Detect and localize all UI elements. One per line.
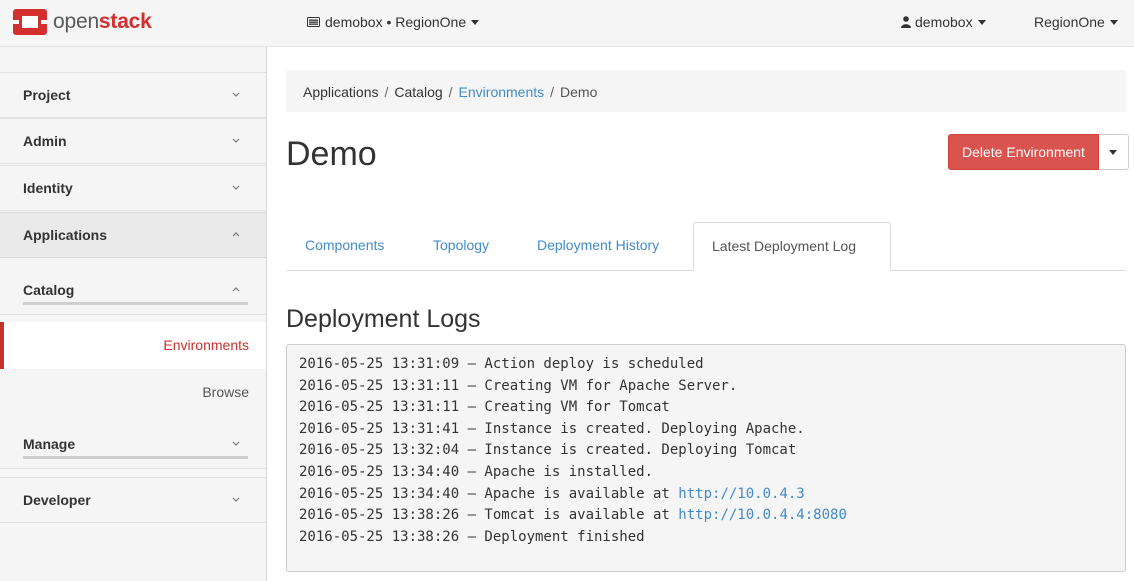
sidebar-section-label: Applications	[23, 227, 108, 243]
caret-down-icon	[471, 19, 480, 25]
log-line: 2016-05-25 13:38:26 — Deployment finishe…	[299, 528, 645, 545]
breadcrumb-separator: /	[448, 84, 453, 100]
log-line: 2016-05-25 13:34:40 — Apache is availabl…	[299, 485, 805, 502]
tab-topology[interactable]: Topology	[416, 222, 514, 270]
caret-down-icon	[977, 19, 986, 25]
caret-down-icon	[1109, 149, 1118, 155]
deployment-logs-heading: Deployment Logs	[286, 305, 481, 333]
sidebar-group-catalog[interactable]: Catalog	[0, 268, 266, 315]
openstack-logo-icon	[13, 9, 47, 35]
breadcrumb-separator: /	[384, 84, 389, 100]
sidebar-item-label: Browse	[202, 384, 249, 400]
sidebar-section-label: Developer	[23, 492, 91, 508]
chevron-down-icon	[232, 185, 240, 190]
log-line: 2016-05-25 13:38:26 — Tomcat is availabl…	[299, 507, 847, 524]
environment-tabs: Components Topology Deployment History L…	[286, 222, 1126, 271]
page-title: Demo	[286, 135, 377, 173]
tab-label: Topology	[433, 237, 490, 253]
sidebar-item-environments[interactable]: Environments	[0, 322, 266, 369]
sidebar-section-project[interactable]: Project	[0, 72, 266, 118]
delete-environment-button[interactable]: Delete Environment	[948, 134, 1099, 170]
sidebar-group-label: Catalog	[23, 282, 75, 298]
environment-actions: Delete Environment	[948, 134, 1129, 170]
user-menu-label: demobox	[915, 14, 973, 30]
sidebar-section-label: Identity	[23, 180, 73, 196]
sidebar-section-developer[interactable]: Developer	[0, 477, 266, 523]
sidebar: Project Admin Identity Applications Cata…	[0, 47, 267, 581]
tab-latest-deployment-log[interactable]: Latest Deployment Log	[693, 222, 891, 271]
breadcrumb-environments-link[interactable]: Environments	[459, 84, 545, 100]
sidebar-item-label: Environments	[163, 337, 249, 353]
tab-label: Components	[305, 237, 385, 253]
chevron-down-icon	[232, 92, 240, 97]
breadcrumb-separator: /	[550, 84, 555, 100]
region-menu-label: RegionOne	[1034, 14, 1105, 30]
tab-label: Deployment History	[537, 237, 660, 253]
sidebar-section-applications[interactable]: Applications	[0, 212, 266, 258]
sidebar-group-divider	[23, 302, 248, 305]
tab-deployment-history[interactable]: Deployment History	[520, 222, 690, 270]
project-selector-label: demobox • RegionOne	[325, 14, 467, 30]
sidebar-group-manage[interactable]: Manage	[0, 422, 266, 469]
log-line: 2016-05-25 13:31:09 — Action deploy is s…	[299, 356, 704, 372]
tab-label: Latest Deployment Log	[712, 238, 856, 254]
user-menu[interactable]: demobox	[901, 14, 986, 30]
breadcrumb: Applications / Catalog / Environments / …	[286, 70, 1126, 112]
openstack-logo[interactable]: openstack	[13, 8, 152, 36]
tab-components[interactable]: Components	[286, 222, 411, 270]
sidebar-section-label: Project	[23, 87, 71, 103]
sidebar-section-identity[interactable]: Identity	[0, 165, 266, 211]
tomcat-url-link[interactable]: http://10.0.4.4:8080	[678, 507, 847, 523]
chevron-up-icon	[232, 287, 240, 292]
breadcrumb-applications[interactable]: Applications	[303, 84, 379, 100]
sidebar-item-browse[interactable]: Browse	[0, 369, 266, 416]
breadcrumb-catalog[interactable]: Catalog	[394, 84, 442, 100]
caret-down-icon	[1109, 19, 1118, 25]
log-line: 2016-05-25 13:31:11 — Creating VM for Ap…	[299, 377, 738, 394]
sidebar-section-label: Admin	[23, 133, 67, 149]
log-line: 2016-05-25 13:34:40 — Apache is installe…	[299, 463, 654, 480]
actions-dropdown-toggle[interactable]	[1098, 134, 1129, 170]
deployment-log-output: 2016-05-25 13:31:09 — Action deploy is s…	[286, 344, 1126, 572]
region-menu[interactable]: RegionOne	[1034, 14, 1118, 30]
sidebar-group-label: Manage	[23, 436, 76, 452]
chevron-down-icon	[232, 138, 240, 143]
top-navbar: openstack demobox • RegionOne demobox Re…	[0, 0, 1134, 47]
brand-name: openstack	[53, 10, 152, 33]
apache-url-link[interactable]: http://10.0.4.3	[678, 486, 804, 502]
server-icon	[307, 17, 320, 27]
breadcrumb-current: Demo	[560, 84, 598, 100]
chevron-up-icon	[232, 232, 240, 237]
chevron-down-icon	[232, 441, 240, 446]
log-line: 2016-05-25 13:32:04 — Instance is create…	[299, 442, 797, 459]
log-line: 2016-05-25 13:31:41 — Instance is create…	[299, 420, 805, 437]
project-selector[interactable]: demobox • RegionOne	[307, 14, 480, 30]
sidebar-group-divider	[23, 456, 248, 459]
log-line: 2016-05-25 13:31:11 — Creating VM for To…	[299, 399, 670, 416]
user-icon	[901, 16, 911, 28]
sidebar-section-admin[interactable]: Admin	[0, 118, 266, 164]
chevron-down-icon	[232, 497, 240, 502]
